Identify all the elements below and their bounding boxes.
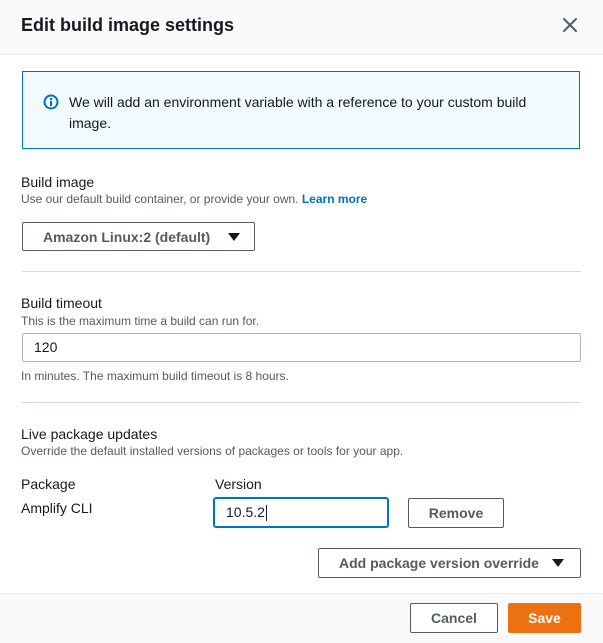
live-package-updates-description: Override the default installed versions … — [21, 444, 404, 458]
divider — [22, 271, 581, 272]
live-package-updates-label: Live package updates — [21, 426, 158, 442]
close-icon — [563, 18, 577, 32]
modal-title: Edit build image settings — [21, 15, 235, 35]
build-image-description: Use our default build container, or prov… — [21, 192, 367, 206]
version-column-header: Version — [215, 476, 262, 492]
add-package-version-override-button[interactable]: Add package version override — [318, 548, 581, 578]
modal-header: Edit build image settings — [0, 0, 603, 55]
add-package-version-override-label: Add package version override — [339, 555, 539, 571]
package-name: Amplify CLI — [21, 500, 93, 516]
build-image-description-text: Use our default build container, or prov… — [21, 192, 299, 206]
edit-build-image-modal: Edit build image settings We will add an… — [0, 0, 603, 643]
caret-down-icon — [228, 233, 240, 241]
build-image-label: Build image — [21, 174, 95, 190]
info-alert-text: We will add an environment variable with… — [69, 94, 527, 131]
cancel-button[interactable]: Cancel — [410, 603, 498, 633]
build-image-select[interactable]: Amazon Linux:2 (default) — [22, 222, 255, 251]
build-timeout-hint: In minutes. The maximum build timeout is… — [21, 369, 289, 383]
learn-more-link[interactable]: Learn more — [302, 192, 367, 206]
caret-down-icon — [552, 559, 564, 567]
build-timeout-input[interactable]: 120 — [22, 333, 581, 362]
build-image-select-value: Amazon Linux:2 (default) — [43, 229, 211, 245]
build-timeout-label: Build timeout — [21, 295, 102, 311]
save-button[interactable]: Save — [508, 603, 581, 633]
info-alert: We will add an environment variable with… — [22, 71, 580, 149]
close-button[interactable] — [557, 12, 583, 38]
info-icon — [43, 94, 59, 110]
version-input-value: 10.5.2 — [226, 504, 265, 520]
build-timeout-description: This is the maximum time a build can run… — [21, 314, 260, 328]
remove-button[interactable]: Remove — [408, 498, 504, 528]
version-input[interactable]: 10.5.2 — [214, 498, 388, 527]
text-cursor — [265, 505, 267, 522]
divider — [22, 402, 581, 403]
package-column-header: Package — [21, 476, 76, 492]
